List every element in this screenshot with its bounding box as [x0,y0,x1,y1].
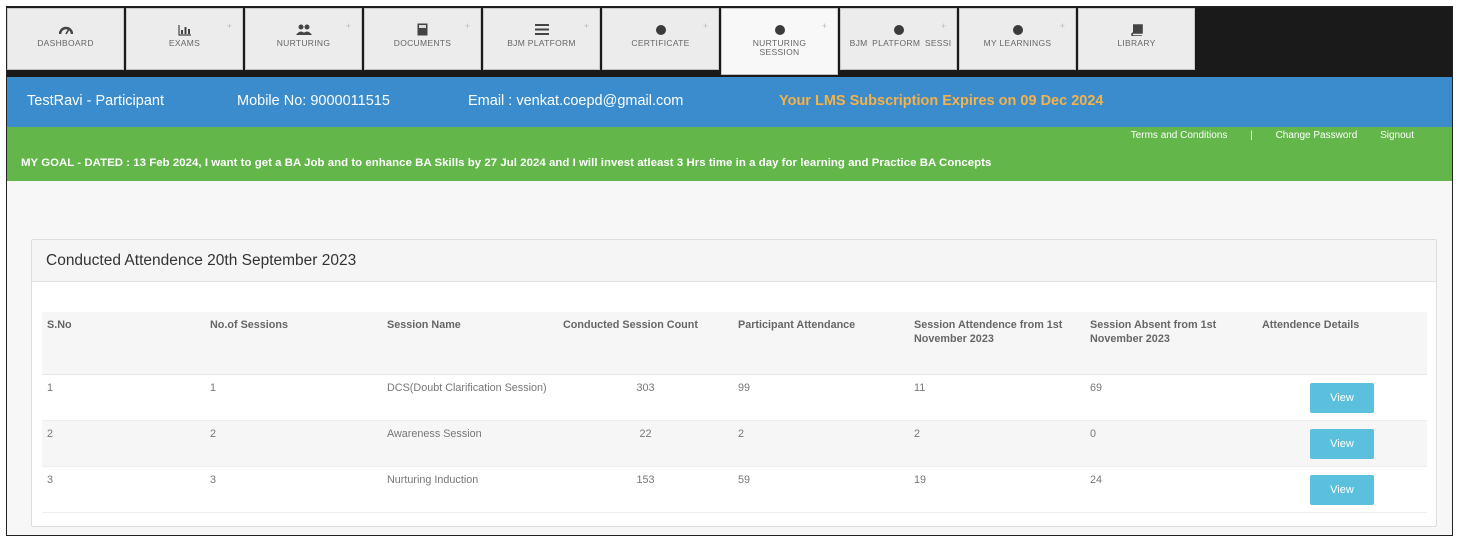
tab-certificate[interactable]: CERTIFICATE + [602,8,719,70]
tab-label: EXAMS [168,38,201,48]
cell-conducted: 153 [558,466,733,513]
terms-link[interactable]: Terms and Conditions [1131,130,1228,141]
cell-attended: 19 [909,466,1085,513]
change-password-link[interactable]: Change Password [1276,130,1358,141]
cell-attended: 11 [909,374,1085,421]
col-header-sessions: No.of Sessions [205,312,382,375]
subscription-expiry: Your LMS Subscription Expires on 09 Dec … [779,93,1104,109]
user-email: Email : venkat.coepd@gmail.com [468,93,684,109]
col-header-session-attendence: Session Attendence from 1st November 202… [909,312,1085,375]
tab-my-learnings[interactable]: MY LEARNINGS + [959,8,1076,70]
col-header-attendence-details: Attendence Details [1257,312,1427,375]
book-icon [1079,23,1194,36]
goal-text: MY GOAL - DATED : 13 Feb 2024, I want to… [21,157,992,169]
link-separator: | [1250,130,1253,141]
tab-label: LIBRARY [1117,38,1156,48]
dot-icon [841,23,956,36]
cell-session-name: Awareness Session [382,420,558,467]
tab-bjm-platform[interactable]: BJM PLATFORM + [483,8,600,70]
tab-bjm-platform-session[interactable]: BJM PLATFORM SESSI + [840,8,957,70]
cell-absent: 0 [1085,420,1257,467]
col-header-participant-attendance: Participant Attendance [733,312,909,375]
dot-icon [603,23,718,36]
users-icon [246,23,361,36]
app-frame: DASHBOARD EXAMS + NURTURING + DOCUMENTS … [6,6,1453,536]
tab-exams[interactable]: EXAMS + [126,8,243,70]
table-row: 2 2 Awareness Session 22 2 2 0 View [42,420,1427,467]
user-info-bar: TestRavi - Participant Mobile No: 900001… [7,77,1452,127]
cell-action: View [1257,420,1427,467]
cell-sno: 3 [42,466,205,513]
plus-icon: + [1059,21,1065,31]
user-name-role: TestRavi - Participant [27,93,164,109]
tab-nurturing[interactable]: NURTURING + [245,8,362,70]
tab-label: NURTURING [276,38,331,48]
tab-dashboard[interactable]: DASHBOARD [7,8,124,70]
tab-label: CERTIFICATE [631,38,690,48]
cell-absent: 69 [1085,374,1257,421]
table-row: 3 3 Nurturing Induction 153 59 19 24 Vie… [42,466,1427,513]
cell-session-name: DCS(Doubt Clarification Session) [382,374,558,421]
cell-action: View [1257,374,1427,421]
dashboard-icon [8,23,123,36]
dot-icon [722,23,837,36]
plus-icon: + [702,21,708,31]
table-row: 1 1 DCS(Doubt Clarification Session) 303… [42,374,1427,421]
attendance-panel: Conducted Attendence 20th September 2023… [31,239,1437,527]
plus-icon: + [345,21,351,31]
col-header-sno: S.No [42,312,205,375]
attendance-table: S.No No.of Sessions Session Name Conduct… [42,312,1427,513]
account-links: Terms and Conditions | Change Password S… [1111,130,1414,141]
table-header-row: S.No No.of Sessions Session Name Conduct… [42,312,1427,375]
view-button[interactable]: View [1310,382,1374,413]
cell-sessions: 2 [205,420,382,467]
col-header-conducted-count: Conducted Session Count [558,312,733,375]
tab-label: BJM PLATFORM SESSI [849,39,952,48]
tab-label: NURTURING SESSION [752,38,807,57]
plus-icon: + [583,21,589,31]
plus-icon: + [940,21,946,31]
chart-icon [127,23,242,36]
plus-icon: + [226,21,232,31]
plus-icon: + [464,21,470,31]
cell-participant: 99 [733,374,909,421]
view-button[interactable]: View [1310,428,1374,459]
cell-action: View [1257,466,1427,513]
user-mobile: Mobile No: 9000011515 [237,93,390,109]
panel-title: Conducted Attendence 20th September 2023 [46,252,357,269]
cell-participant: 59 [733,466,909,513]
dot-icon [960,23,1075,36]
goal-bar: Terms and Conditions | Change Password S… [7,127,1452,181]
tab-label: DOCUMENTS [393,38,452,48]
cell-conducted: 22 [558,420,733,467]
cell-absent: 24 [1085,466,1257,513]
tab-label: BJM PLATFORM [507,38,576,48]
tab-nurturing-session[interactable]: NURTURING SESSION + [721,8,838,75]
cell-sessions: 3 [205,466,382,513]
cell-attended: 2 [909,420,1085,467]
panel-header: Conducted Attendence 20th September 2023 [32,240,1436,282]
col-header-session-absent: Session Absent from 1st November 2023 [1085,312,1257,375]
tab-label: MY LEARNINGS [983,38,1052,48]
document-icon [365,23,480,36]
cell-conducted: 303 [558,374,733,421]
top-navigation: DASHBOARD EXAMS + NURTURING + DOCUMENTS … [7,7,1452,77]
col-header-session-name: Session Name [382,312,558,375]
tab-documents[interactable]: DOCUMENTS + [364,8,481,70]
tab-label: DASHBOARD [37,38,94,48]
cell-participant: 2 [733,420,909,467]
list-icon [484,23,599,36]
view-button[interactable]: View [1310,474,1374,505]
cell-sno: 1 [42,374,205,421]
plus-icon: + [821,21,827,31]
cell-sno: 2 [42,420,205,467]
tab-library[interactable]: LIBRARY [1078,8,1195,70]
cell-sessions: 1 [205,374,382,421]
cell-session-name: Nurturing Induction [382,466,558,513]
signout-link[interactable]: Signout [1380,130,1414,141]
